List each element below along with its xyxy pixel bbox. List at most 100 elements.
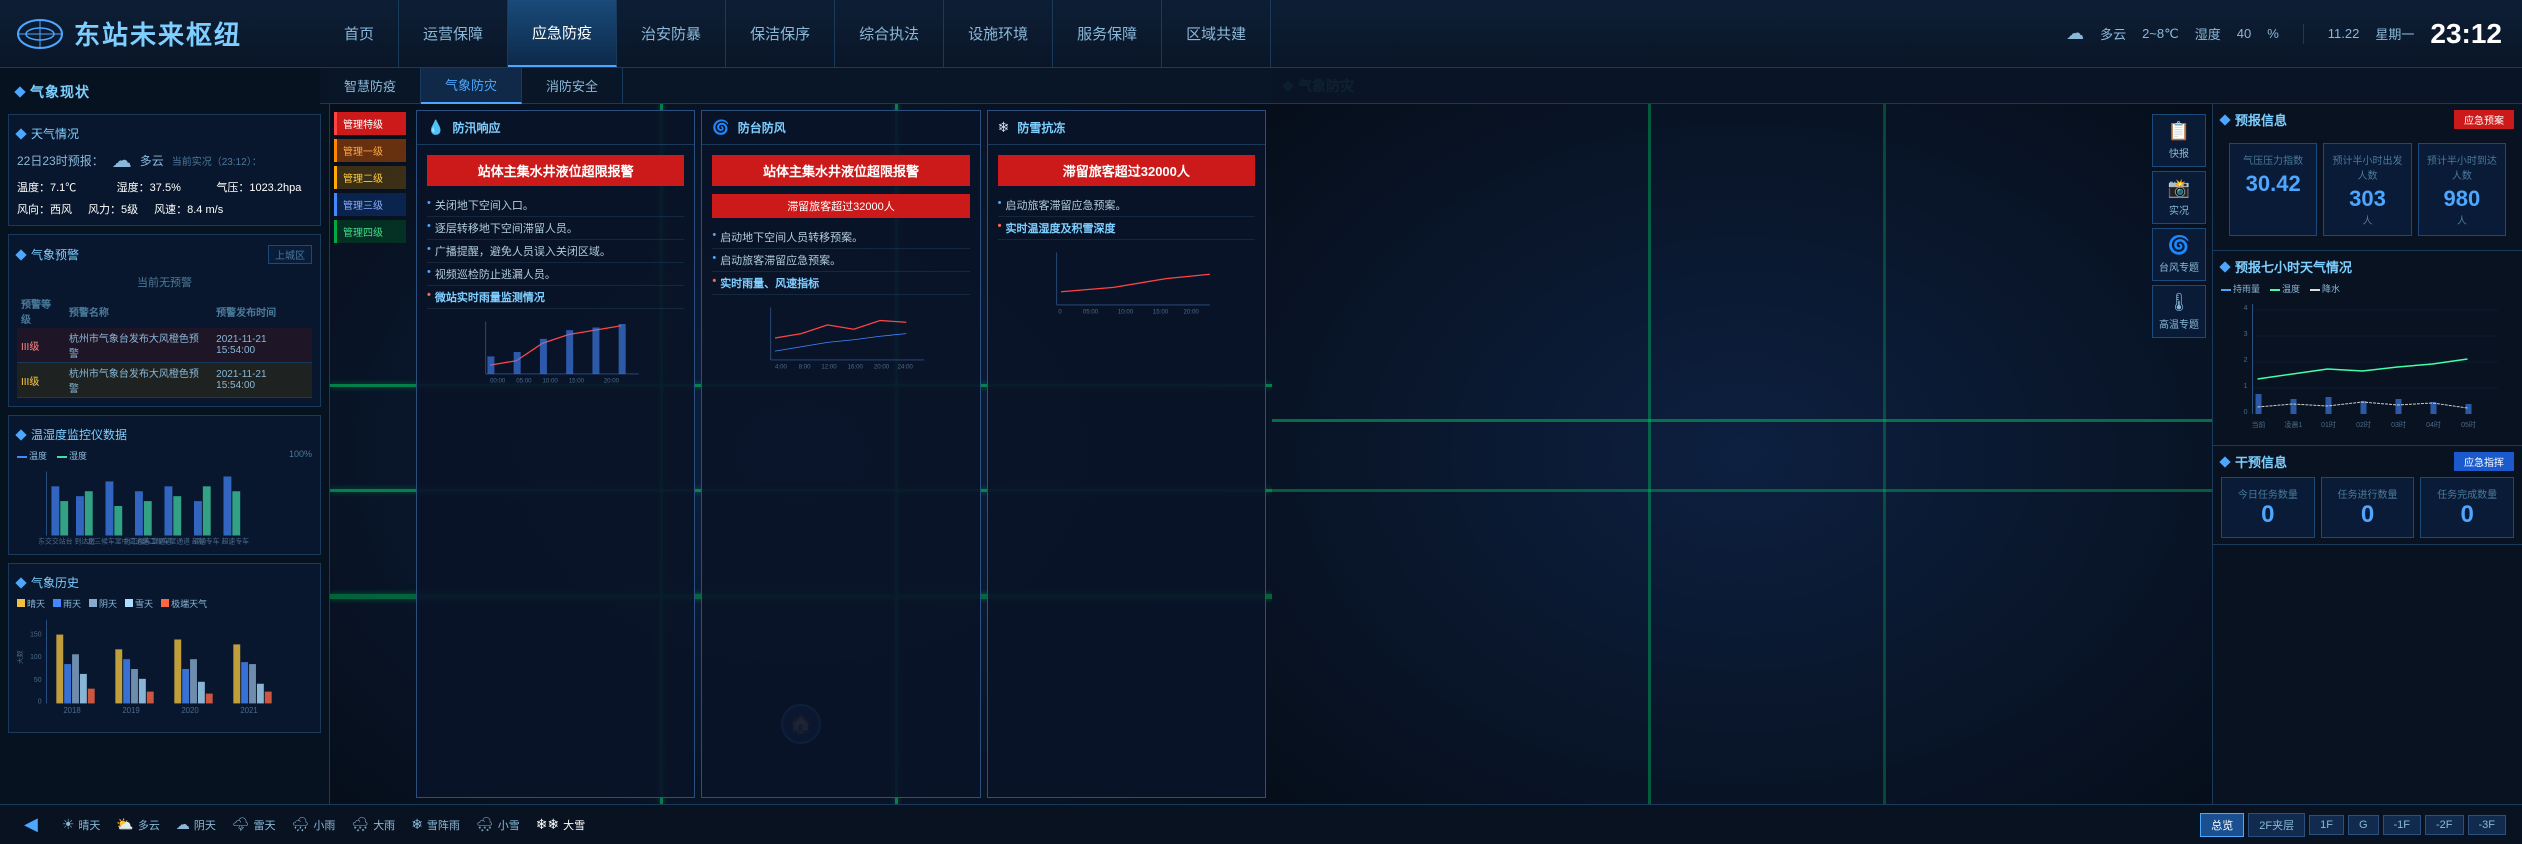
svg-text:00:00: 00:00	[490, 378, 506, 385]
bottom-weather-晴天[interactable]: ☀晴天	[62, 816, 101, 833]
action-btn-实况[interactable]: 📸实况	[2152, 171, 2206, 224]
bottom-weather-多云[interactable]: ⛅多云	[116, 816, 159, 833]
bottom-icon-大雪: ❄❄	[536, 816, 559, 833]
bottom-label-大雪: 大雪	[563, 817, 585, 833]
svg-text:01时: 01时	[2321, 420, 2336, 429]
nav-tab-首页[interactable]: 首页	[320, 0, 399, 67]
svg-text:20:00: 20:00	[604, 378, 620, 385]
bottom-weather-小雨[interactable]: 🌧小雨	[292, 816, 336, 833]
nav-tabs: 首页运营保障应急防疫治安防暴保洁保序综合执法设施环境服务保障区域共建	[320, 0, 2066, 67]
svg-text:05时: 05时	[2461, 420, 2476, 429]
floor-btn-总览[interactable]: 总览	[2200, 813, 2244, 837]
bottom-icon-多云: ⛅	[116, 816, 133, 833]
temp-range: 2~8℃	[2142, 26, 2179, 42]
weather-alert-title: 气象预警	[31, 246, 79, 263]
sunny-legend: 晴天	[17, 597, 45, 610]
action-btn-台风专题[interactable]: 🌀台风专题	[2152, 228, 2206, 281]
half-hour-out-stat: 预计半小时出发人数 303 人	[2323, 143, 2411, 236]
bottom-weather-雪阵雨[interactable]: ❄雪阵雨	[411, 816, 460, 833]
history-title: 气象历史	[31, 574, 79, 591]
svg-text:4: 4	[2244, 305, 2248, 312]
emergency-level-管理特级[interactable]: 管理特级	[334, 112, 406, 135]
weekday-display: 星期一	[2375, 24, 2414, 43]
bottom-icon-阴天: ☁	[176, 816, 190, 833]
action-btn-快报[interactable]: 📋快报	[2152, 114, 2206, 167]
sub-tab-气象防灾[interactable]: 气象防灾	[421, 68, 522, 104]
action-btn-label-高温专题: 高温专题	[2159, 316, 2199, 331]
intervention-stats: 今日任务数量 0 任务进行数量 0 任务完成数量 0	[2221, 477, 2514, 538]
right-content: 📋快报📸实况🌀台风专题🌡高温专题 预报信息 应急预案 气压压力指数 30.42	[1272, 104, 2522, 804]
right-side-panel: 预报信息 应急预案 气压压力指数 30.42 预计半小时出发人数 303 人	[2212, 104, 2522, 804]
map-road-right-h2	[1272, 489, 2212, 492]
emergency-level-管理三级[interactable]: 管理三级	[334, 193, 406, 216]
sub-tab-消防安全[interactable]: 消防安全	[522, 68, 623, 104]
alert-card-header-snow: ❄ 防雪抗冻	[988, 111, 1265, 145]
floor-btn-G[interactable]: G	[2348, 815, 2379, 835]
top-navigation: 东站未来枢纽 首页运营保障应急防疫治安防暴保洁保序综合执法设施环境服务保障区域共…	[0, 0, 2522, 68]
nav-tab-服务保障[interactable]: 服务保障	[1053, 0, 1162, 67]
realtime-label: 当前实况（23:12）：	[172, 153, 262, 168]
svg-text:0: 0	[1058, 309, 1062, 316]
floor-btn-2F夹层[interactable]: 2F夹层	[2248, 813, 2305, 837]
forecast-btn[interactable]: 应急预案	[2454, 110, 2514, 129]
bottom-icon-小雨: 🌧	[292, 816, 310, 833]
intervention-btn[interactable]: 应急指挥	[2454, 452, 2514, 471]
bottom-weather-大雨[interactable]: 🌨大雨	[351, 816, 395, 833]
forecast-section-title: 预报信息	[2235, 110, 2287, 129]
alert-bar: 站体主集水井液位超限报警	[427, 155, 684, 186]
emergency-level-管理二级[interactable]: 管理二级	[334, 166, 406, 189]
floor-btn-1F[interactable]: 1F	[2309, 815, 2344, 835]
nav-tab-应急防疫[interactable]: 应急防疫	[508, 0, 617, 67]
emergency-level-sidebar: 管理特级管理一级管理二级管理三级管理四级	[330, 104, 410, 804]
running-task-stat: 任务进行数量 0	[2321, 477, 2415, 538]
weather-history-section: 气象历史 晴天 雨天 阴天 雪天 极端天气 0 50 100 150 天数	[8, 563, 321, 733]
action-btn-高温专题[interactable]: 🌡高温专题	[2152, 285, 2206, 338]
wind-dir-item: 风向：西风	[17, 201, 72, 217]
svg-text:05:00: 05:00	[516, 378, 532, 385]
emergency-level-管理四级[interactable]: 管理四级	[334, 220, 406, 243]
bottom-label-雷天: 雷天	[254, 817, 276, 833]
precip-legend-right: 降水	[2310, 282, 2340, 295]
svg-text:12:00: 12:00	[822, 364, 838, 371]
bottom-weather-阴天[interactable]: ☁阴天	[176, 816, 216, 833]
sub-tab-智慧防疫[interactable]: 智慧防疫	[320, 68, 421, 104]
alert-card-list-flood: 关闭地下空间入口。逐层转移地下空间滞留人员。广播提醒，避免人员误入关闭区域。视频…	[427, 194, 684, 309]
action-btn-icon-台风专题: 🌀	[2168, 235, 2190, 256]
weather-section-header: 气象现状	[8, 76, 321, 108]
left-arrow[interactable]: ◀	[16, 814, 46, 835]
logo-title: 东站未来枢纽	[74, 15, 242, 52]
nav-tab-保洁保序[interactable]: 保洁保序	[726, 0, 835, 67]
time-display: 23:12	[2430, 18, 2502, 50]
nav-tab-设施环境[interactable]: 设施环境	[944, 0, 1053, 67]
nav-tab-治安防暴[interactable]: 治安防暴	[617, 0, 726, 67]
alert-card-title-flood: 防汛响应	[452, 119, 500, 136]
action-btn-icon-快报: 📋	[2168, 121, 2190, 142]
alert-card-title-snow: 防雪抗冻	[1017, 119, 1065, 136]
emergency-level-管理一级[interactable]: 管理一级	[334, 139, 406, 162]
weather-info: ☁ 多云 2~8℃ 湿度 40% 11.22 星期一 23:12	[2066, 18, 2522, 50]
bottom-label-雪阵雨: 雪阵雨	[427, 817, 460, 833]
bottom-weather-雷天[interactable]: 🌩雷天	[232, 816, 276, 833]
bottom-weather-小雪[interactable]: 🌨小雪	[476, 816, 520, 833]
svg-text:15:00: 15:00	[569, 378, 585, 385]
floor-btn--2F[interactable]: -2F	[2425, 815, 2464, 835]
rain-legend: 雨天	[53, 597, 81, 610]
bottom-weather-大雪[interactable]: ❄❄大雪	[536, 816, 585, 833]
bottom-icon-雷天: 🌩	[232, 816, 250, 833]
floor-btn--1F[interactable]: -1F	[2383, 815, 2422, 835]
floor-btn--3F[interactable]: -3F	[2468, 815, 2507, 835]
nav-tab-区域共建[interactable]: 区域共建	[1162, 0, 1271, 67]
map-road-right-h1	[1272, 419, 2212, 422]
alert-cards-container: 💧 防汛响应 站体主集水井液位超限报警 关闭地下空间入口。逐层转移地下空间滞留人…	[410, 104, 1272, 804]
forecast-stats: 气压压力指数 30.42 预计半小时出发人数 303 人 预计半小时到达人数 9…	[2221, 135, 2514, 244]
alert-card-icon-snow: ❄	[998, 119, 1010, 136]
alert-card-highlight-item-typhoon: 实时雨量、风速指标	[712, 272, 969, 295]
no-alert-text: 当前无预警	[17, 270, 312, 294]
svg-text:100: 100	[30, 654, 42, 661]
nav-tab-运营保障[interactable]: 运营保障	[399, 0, 508, 67]
svg-text:20:00: 20:00	[1183, 309, 1199, 316]
nav-tab-综合执法[interactable]: 综合执法	[835, 0, 944, 67]
pressure-item: 气压：1023.2hpa	[216, 179, 312, 195]
svg-text:10:00: 10:00	[543, 378, 559, 385]
region-selector[interactable]: 上城区	[268, 245, 312, 264]
